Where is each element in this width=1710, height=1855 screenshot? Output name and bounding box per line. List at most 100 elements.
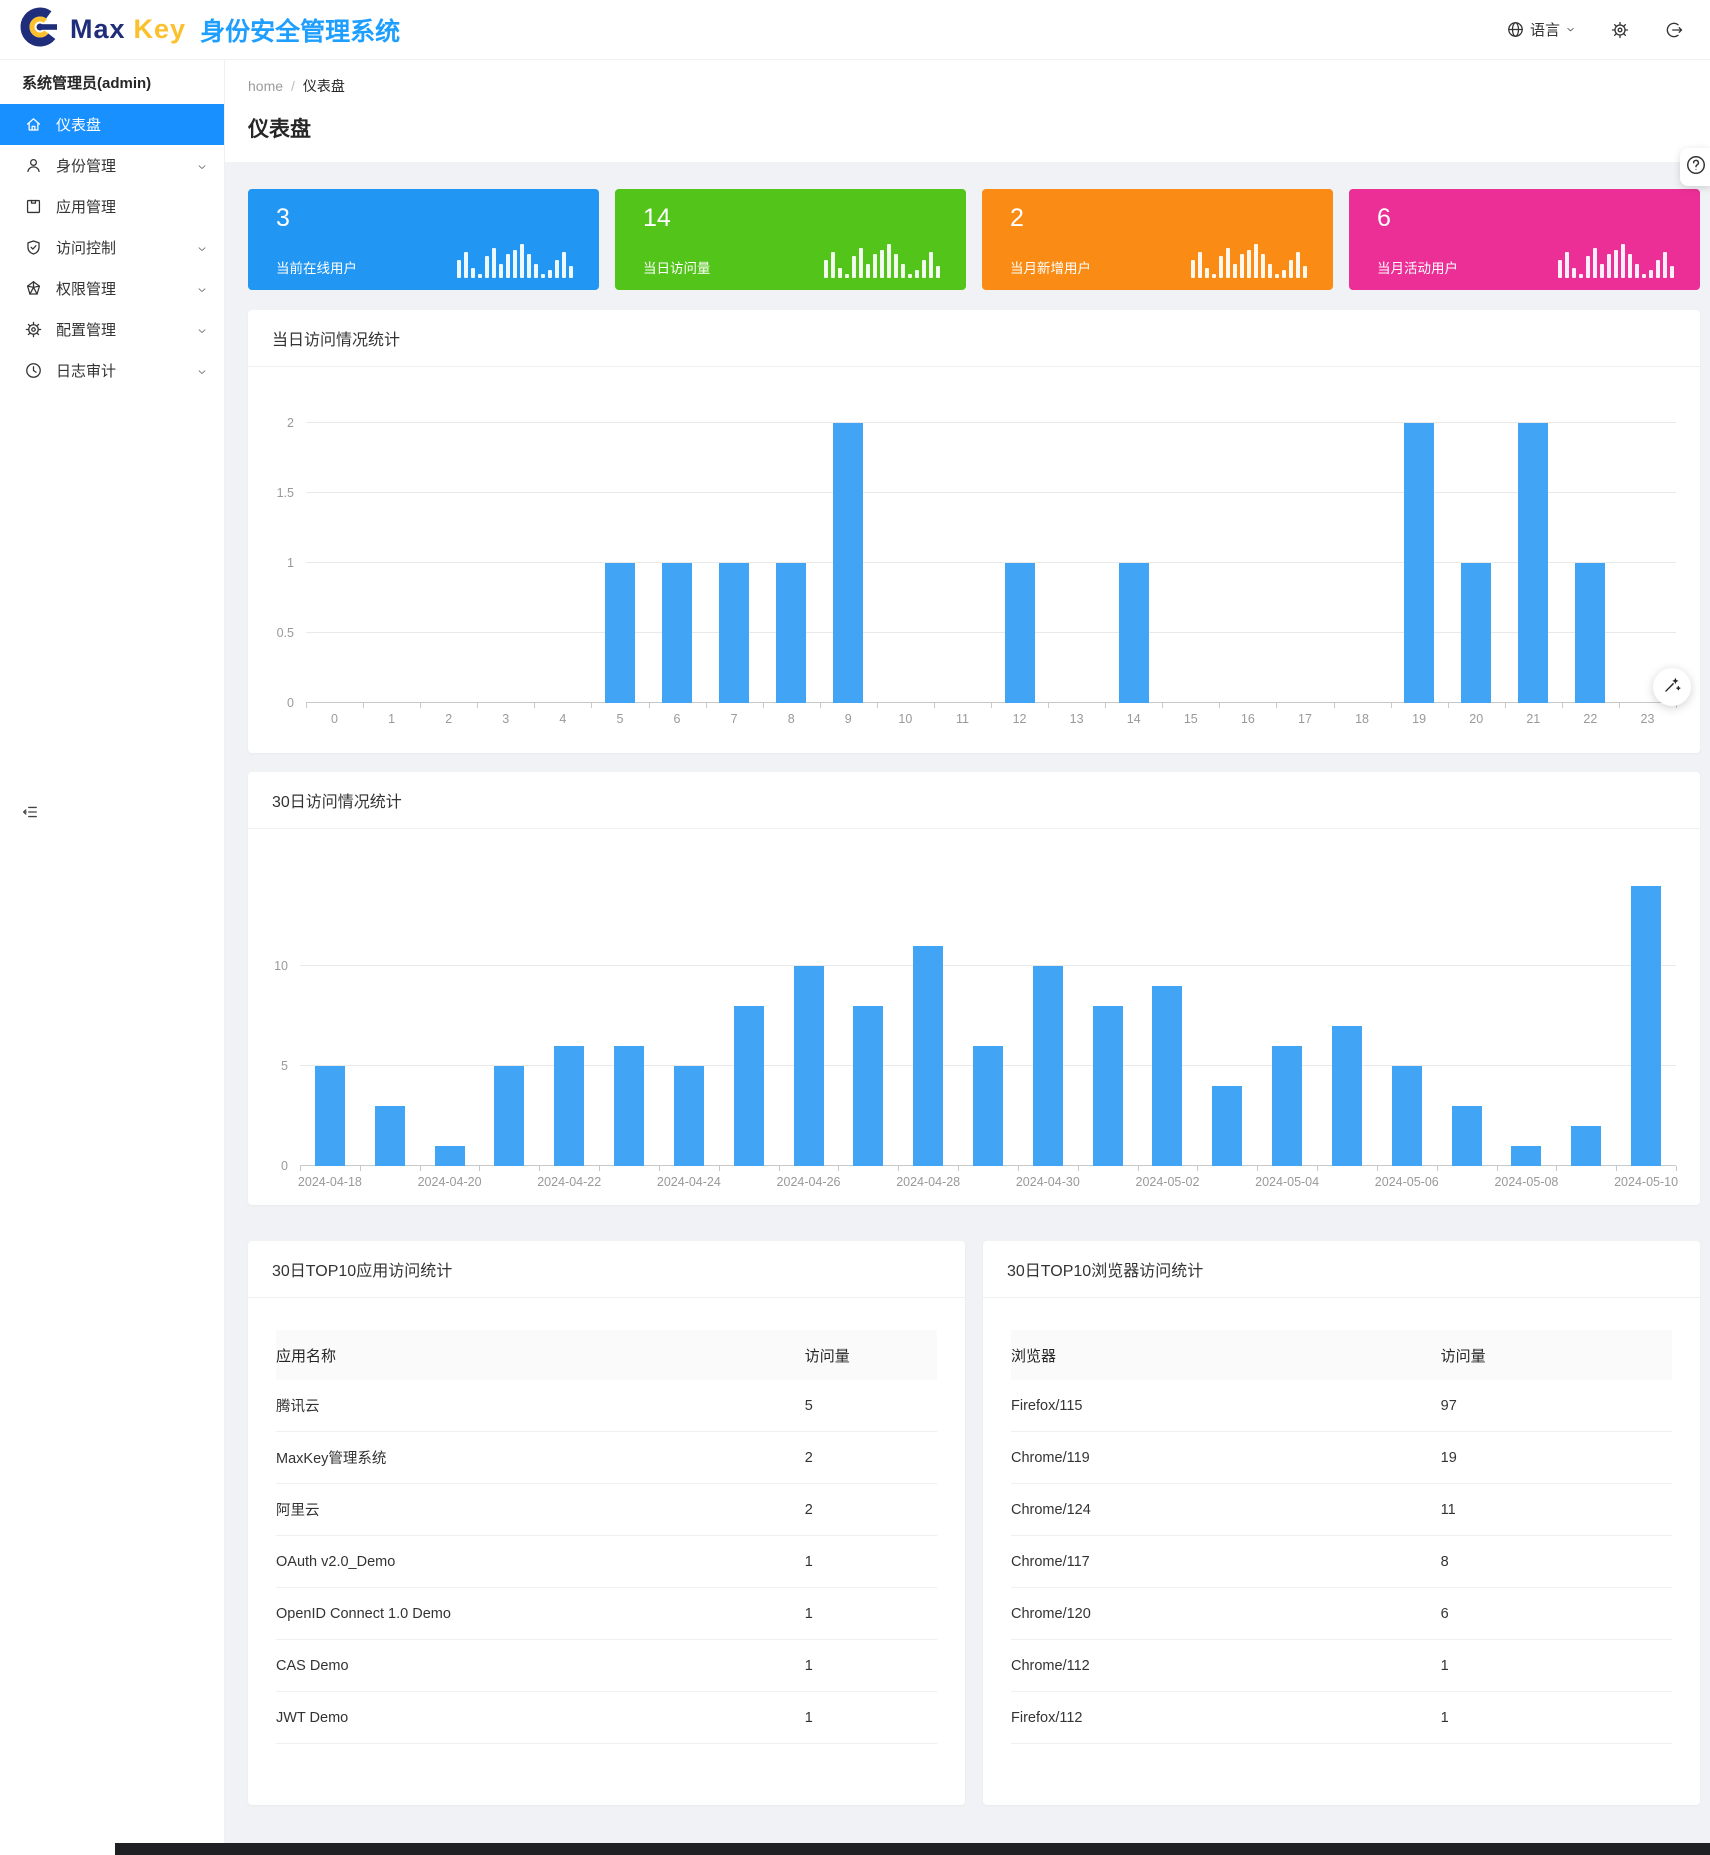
x-axis-label: 2 <box>445 712 452 726</box>
stat-card-0: 3当前在线用户 <box>248 189 599 290</box>
sidebar-item-access-control[interactable]: 访问控制 <box>0 227 224 268</box>
sidebar-item-config[interactable]: 配置管理 <box>0 309 224 350</box>
table-header-row: 浏览器访问量 <box>1011 1330 1672 1380</box>
x-axis-label: 2024-04-26 <box>777 1175 841 1189</box>
visits-cell: 11 <box>1441 1502 1672 1518</box>
x-axis-label: 5 <box>616 712 623 726</box>
maxkey-dashboard-page: MaxKey 身份安全管理系统 语言 <box>0 0 1710 1855</box>
sidebar-item-audit[interactable]: 日志审计 <box>0 350 224 391</box>
visits-cell: 6 <box>1441 1606 1672 1622</box>
bar <box>554 1046 584 1166</box>
top-apps-panel: 30日TOP10应用访问统计 应用名称访问量腾讯云5MaxKey管理系统2阿里云… <box>248 1241 965 1805</box>
bar <box>1511 1146 1541 1166</box>
chevron-down-icon <box>196 160 208 172</box>
gear-icon <box>24 320 43 339</box>
table-row: OpenID Connect 1.0 Demo1 <box>276 1588 937 1640</box>
x-axis-label: 20 <box>1469 712 1483 726</box>
monthly-visits-chart: 05102024-04-182024-04-202024-04-222024-0… <box>248 833 1700 1166</box>
stat-card-1: 14当日访问量 <box>615 189 966 290</box>
visits-cell: 1 <box>805 1554 937 1570</box>
table-row: Chrome/1206 <box>1011 1588 1672 1640</box>
settings-button[interactable] <box>1610 20 1630 40</box>
stat-value: 6 <box>1377 203 1700 234</box>
gear-icon <box>1610 20 1630 40</box>
bar <box>1571 1126 1601 1166</box>
table-row: OAuth v2.0_Demo1 <box>276 1536 937 1588</box>
bar <box>375 1106 405 1166</box>
visits-cell: 1 <box>805 1606 937 1622</box>
visits-cell: 2 <box>805 1450 937 1466</box>
name-cell: Firefox/112 <box>1011 1710 1441 1726</box>
sidebar-item-label: 应用管理 <box>56 196 116 217</box>
bar <box>913 946 943 1166</box>
stat-value: 2 <box>1010 203 1333 234</box>
daily-visits-title: 当日访问情况统计 <box>248 310 1700 367</box>
menu-fold-icon <box>20 809 40 826</box>
current-user-label: 系统管理员(admin) <box>0 60 224 104</box>
bar <box>973 1046 1003 1166</box>
language-menu[interactable]: 语言 <box>1506 19 1576 40</box>
sidebar-menu: 仪表盘身份管理应用管理访问控制权限管理配置管理日志审计 <box>0 104 224 391</box>
x-axis-label: 16 <box>1241 712 1255 726</box>
chevron-down-icon <box>196 365 208 377</box>
y-axis-label: 1.5 <box>277 486 294 500</box>
sidebar-item-permissions[interactable]: 权限管理 <box>0 268 224 309</box>
bar <box>1033 966 1063 1166</box>
table-row: 阿里云2 <box>276 1484 937 1536</box>
chevron-down-icon <box>196 283 208 295</box>
brand: MaxKey 身份安全管理系统 <box>18 5 400 54</box>
monthly-visits-title: 30日访问情况统计 <box>248 772 1700 829</box>
table-row: CAS Demo1 <box>276 1640 937 1692</box>
clock-icon <box>24 361 43 380</box>
x-axis-label: 19 <box>1412 712 1426 726</box>
page-header-area: home / 仪表盘 仪表盘 <box>225 60 1710 162</box>
name-cell: Chrome/117 <box>1011 1554 1441 1570</box>
bar <box>494 1066 524 1166</box>
x-axis-label: 14 <box>1127 712 1141 726</box>
visits-cell: 1 <box>805 1710 937 1726</box>
x-axis-label: 13 <box>1070 712 1084 726</box>
y-axis-label: 0 <box>287 696 294 710</box>
x-axis-label: 2024-04-28 <box>896 1175 960 1189</box>
table-row: Chrome/11919 <box>1011 1432 1672 1484</box>
sidebar-item-apps[interactable]: 应用管理 <box>0 186 224 227</box>
stat-label: 当月新增用户 <box>1010 257 1091 277</box>
name-cell: OAuth v2.0_Demo <box>276 1554 805 1570</box>
breadcrumb-home-link[interactable]: home <box>248 78 283 94</box>
table-row: Chrome/1178 <box>1011 1536 1672 1588</box>
bar <box>853 1006 883 1166</box>
logout-button[interactable] <box>1664 20 1684 40</box>
visits-cell: 19 <box>1441 1450 1672 1466</box>
table-row: Firefox/11597 <box>1011 1380 1672 1432</box>
bar <box>614 1046 644 1166</box>
stat-label: 当月活动用户 <box>1377 257 1458 277</box>
globe-icon <box>1506 20 1525 39</box>
x-axis-label: 2024-04-30 <box>1016 1175 1080 1189</box>
help-button[interactable] <box>1680 148 1710 186</box>
home-icon <box>24 115 43 134</box>
top-apps-table: 应用名称访问量腾讯云5MaxKey管理系统2阿里云2OAuth v2.0_Dem… <box>248 1298 965 1744</box>
name-cell: JWT Demo <box>276 1710 805 1726</box>
x-axis-label: 3 <box>502 712 509 726</box>
question-icon <box>1685 154 1707 181</box>
theme-wand-button[interactable] <box>1653 668 1691 706</box>
tables-row: 30日TOP10应用访问统计 应用名称访问量腾讯云5MaxKey管理系统2阿里云… <box>248 1241 1700 1805</box>
brand-product-name: 身份安全管理系统 <box>200 12 400 48</box>
x-axis-label: 2024-05-02 <box>1135 1175 1199 1189</box>
sidebar-item-dashboard[interactable]: 仪表盘 <box>0 104 224 145</box>
x-axis-label: 18 <box>1355 712 1369 726</box>
top-browsers-panel: 30日TOP10浏览器访问统计 浏览器访问量Firefox/11597Chrom… <box>983 1241 1700 1805</box>
gem-icon <box>24 279 43 298</box>
visits-cell: 1 <box>1441 1710 1672 1726</box>
page-title: 仪表盘 <box>248 113 1686 143</box>
x-axis-label: 6 <box>674 712 681 726</box>
y-axis-label: 0 <box>281 1159 288 1173</box>
sparkline-icon <box>824 242 940 278</box>
column-header: 访问量 <box>805 1345 937 1366</box>
x-axis-label: 2024-05-04 <box>1255 1175 1319 1189</box>
name-cell: OpenID Connect 1.0 Demo <box>276 1606 805 1622</box>
sidebar-item-identity[interactable]: 身份管理 <box>0 145 224 186</box>
sidebar-collapse-button[interactable] <box>20 802 40 822</box>
logout-icon <box>1664 20 1684 40</box>
bar <box>435 1146 465 1166</box>
